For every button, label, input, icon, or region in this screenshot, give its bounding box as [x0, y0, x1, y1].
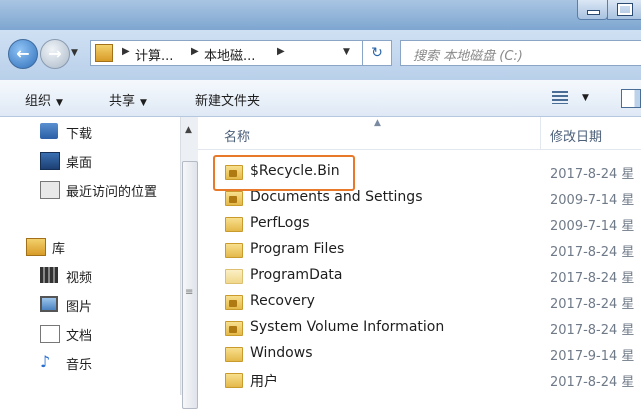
view-dropdown-icon[interactable]: ▼ [582, 93, 589, 103]
nav-item-label: 图片 [66, 300, 93, 315]
file-row[interactable]: 用户 2017-8-24 星 [198, 367, 641, 393]
locked-folder-icon [225, 295, 243, 310]
music-icon: ♪ [40, 352, 51, 371]
nav-item-label: 音乐 [66, 358, 93, 373]
search-placeholder: 搜索 本地磁盘 (C:) [413, 49, 523, 64]
file-row[interactable]: ProgramData 2017-8-24 星 [198, 263, 641, 289]
file-name: Windows [250, 345, 313, 361]
refresh-button[interactable]: ↻ [362, 40, 392, 66]
file-modified-date: 2009-7-14 星 [550, 193, 635, 208]
nav-item-label: 桌面 [66, 156, 93, 171]
file-name: PerfLogs [250, 215, 310, 231]
file-name: Program Files [250, 241, 345, 257]
file-row[interactable]: Windows 2017-9-14 星 [198, 341, 641, 367]
address-row: ← → ▼ ▶ 计算... ▶ 本地磁... ▶ ▼ ↻ 搜索 本地磁盘 (C:… [0, 30, 641, 80]
breadcrumb-separator-icon[interactable]: ▶ [191, 46, 199, 57]
folder-icon [225, 347, 243, 362]
locked-folder-icon [225, 191, 243, 206]
file-row[interactable]: System Volume Information 2017-8-24 星 [198, 315, 641, 341]
back-button[interactable]: ← [8, 39, 38, 69]
file-modified-date: 2009-7-14 星 [550, 219, 635, 234]
column-divider[interactable] [540, 117, 541, 149]
breadcrumb-local-disk[interactable]: 本地磁... [204, 45, 255, 64]
nav-item-label: 下载 [66, 127, 93, 142]
file-modified-date: 2017-8-24 星 [550, 245, 635, 260]
highlight-box [213, 155, 355, 191]
minimize-button[interactable] [577, 0, 608, 20]
recent-places-icon [40, 181, 60, 199]
folder-icon [225, 269, 243, 284]
file-modified-date: 2017-8-24 星 [550, 375, 635, 390]
file-name: ProgramData [250, 267, 343, 283]
pictures-icon [40, 296, 58, 312]
file-row[interactable]: Recovery 2017-8-24 星 [198, 289, 641, 315]
file-name: Recovery [250, 293, 315, 309]
downloads-icon [40, 123, 58, 139]
organize-label: 组织 [25, 94, 52, 109]
nav-item-label: 视频 [66, 271, 93, 286]
share-button[interactable]: 共享 ▼ [109, 90, 147, 109]
column-header-name[interactable]: 名称 [224, 126, 250, 145]
preview-pane-icon[interactable] [621, 89, 641, 108]
locked-folder-icon [225, 321, 243, 336]
file-name: 用户 [250, 374, 278, 390]
minimize-icon [587, 10, 600, 15]
navigation-pane: 下载 桌面 最近访问的位置 库 视频 图片 文档 ♪ 音乐 [0, 117, 180, 395]
maximize-button[interactable] [607, 0, 641, 20]
breadcrumb-computer[interactable]: 计算... [135, 45, 173, 64]
new-folder-label: 新建文件夹 [195, 94, 261, 109]
column-header-row: ▲ 名称 修改日期 [198, 117, 641, 150]
chevron-down-icon: ▼ [56, 98, 63, 108]
file-name: Documents and Settings [250, 189, 423, 205]
folder-icon [225, 217, 243, 232]
chevron-down-icon: ▼ [140, 98, 147, 108]
scrollbar-grip-icon: ≡ [185, 287, 194, 298]
search-input[interactable]: 搜索 本地磁盘 (C:) [400, 40, 641, 66]
file-name: System Volume Information [250, 319, 445, 335]
file-modified-date: 2017-8-24 星 [550, 271, 635, 286]
history-dropdown-icon[interactable]: ▼ [71, 48, 78, 58]
title-bar [0, 0, 641, 30]
file-modified-date: 2017-8-24 星 [550, 167, 635, 182]
nav-item-label: 最近访问的位置 [66, 185, 158, 200]
share-label: 共享 [109, 94, 136, 109]
file-modified-date: 2017-8-24 星 [550, 297, 635, 312]
file-modified-date: 2017-9-14 星 [550, 349, 635, 364]
documents-icon [40, 325, 60, 343]
file-row[interactable]: Program Files 2017-8-24 星 [198, 237, 641, 263]
nav-item-label: 库 [52, 242, 66, 257]
refresh-icon: ↻ [371, 45, 383, 61]
forward-button[interactable]: → [40, 39, 70, 69]
view-options-icon[interactable] [552, 91, 568, 104]
command-bar: 组织 ▼ 共享 ▼ 新建文件夹 ▼ [0, 80, 641, 117]
scrollbar-thumb[interactable] [182, 161, 198, 409]
desktop-icon [40, 152, 60, 170]
back-arrow-icon: ← [16, 44, 30, 63]
library-icon [26, 238, 46, 256]
nav-scrollbar[interactable]: ▲ ≡ [180, 117, 198, 409]
file-list: ▲ 名称 修改日期 $Recycle.Bin 2017-8-24 星 Documen… [198, 117, 641, 395]
breadcrumb-separator-icon[interactable]: ▶ [277, 46, 285, 57]
forward-arrow-icon: → [48, 44, 62, 63]
new-folder-button[interactable]: 新建文件夹 [195, 90, 260, 109]
sort-ascending-icon: ▲ [374, 118, 381, 128]
column-header-date[interactable]: 修改日期 [550, 126, 602, 145]
file-modified-date: 2017-8-24 星 [550, 323, 635, 338]
breadcrumb-separator-icon[interactable]: ▶ [122, 46, 130, 57]
maximize-icon [617, 3, 633, 16]
nav-item-label: 文档 [66, 329, 93, 344]
organize-button[interactable]: 组织 ▼ [25, 90, 63, 109]
address-bar[interactable]: ▶ 计算... ▶ 本地磁... ▶ ▼ [90, 40, 364, 66]
scroll-up-icon[interactable]: ▲ [185, 125, 192, 135]
address-dropdown-icon[interactable]: ▼ [343, 47, 350, 57]
folder-icon [225, 243, 243, 258]
video-icon [40, 267, 58, 283]
folder-icon [225, 373, 243, 388]
computer-location-icon [95, 44, 113, 62]
file-row[interactable]: PerfLogs 2009-7-14 星 [198, 211, 641, 237]
